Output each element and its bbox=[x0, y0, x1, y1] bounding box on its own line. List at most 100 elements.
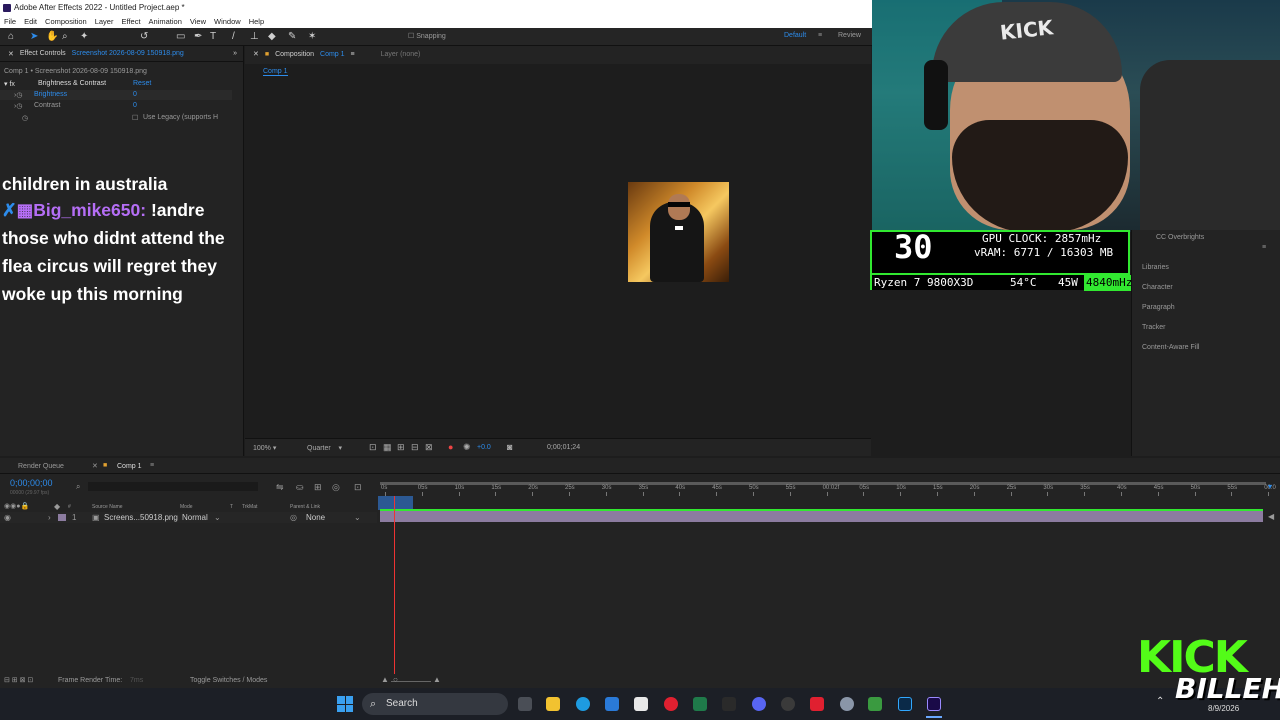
timeline-nav-icon[interactable]: ◀ bbox=[1268, 512, 1274, 521]
brightness-value[interactable]: 0 bbox=[133, 91, 137, 98]
draft-3d-icon[interactable]: ⛀ bbox=[296, 482, 304, 493]
type-tool-icon[interactable]: T bbox=[210, 31, 216, 42]
tracker-panel[interactable]: Tracker bbox=[1142, 324, 1165, 331]
home-icon[interactable]: ⌂ bbox=[8, 31, 14, 42]
guides-icon[interactable]: ⊟ bbox=[411, 442, 419, 453]
close-icon[interactable]: ✕ bbox=[253, 50, 259, 58]
color-channels-icon[interactable]: ● bbox=[448, 442, 453, 452]
fx-toggle-icon[interactable]: ▾ fx bbox=[4, 80, 15, 88]
taskbar-search-box[interactable]: ⌕ Search bbox=[362, 693, 508, 715]
outlook-icon[interactable] bbox=[605, 697, 619, 711]
menu-edit[interactable]: Edit bbox=[24, 16, 37, 28]
character-panel[interactable]: Character bbox=[1142, 284, 1173, 291]
comp1-timeline-tab[interactable]: Comp 1 bbox=[117, 463, 142, 470]
menu-animation[interactable]: Animation bbox=[149, 16, 182, 28]
paragraph-panel[interactable]: Paragraph bbox=[1142, 304, 1175, 311]
composition-viewer[interactable]: Comp 1 bbox=[245, 64, 871, 438]
motion-blur-icon[interactable]: ◎ bbox=[332, 482, 340, 493]
stopwatch-icon[interactable]: ›◷ bbox=[14, 91, 22, 99]
stopwatch-icon[interactable]: ◷ bbox=[22, 114, 28, 122]
excel-icon[interactable] bbox=[693, 697, 707, 711]
tab-menu-icon[interactable]: ≡ bbox=[351, 51, 355, 58]
channel-icon[interactable]: ⊠ bbox=[425, 442, 433, 453]
mask-visibility-icon[interactable]: ⊞ bbox=[397, 442, 405, 453]
snapping-checkbox[interactable]: ☐ Snapping bbox=[408, 32, 446, 40]
expand-arrow-icon[interactable]: › bbox=[48, 513, 51, 522]
zoom-out-icon[interactable]: ▲ bbox=[381, 675, 389, 684]
brush-tool-icon[interactable]: / bbox=[232, 31, 235, 42]
render-queue-tab[interactable]: Render Queue bbox=[18, 463, 64, 470]
mode-column[interactable]: Mode bbox=[180, 504, 193, 510]
toggle-switches-modes[interactable]: Toggle Switches / Modes bbox=[190, 674, 267, 688]
menu-window[interactable]: Window bbox=[214, 16, 241, 28]
comp-flowchart-icon[interactable]: ⇋ bbox=[276, 482, 284, 493]
comp-preview-image[interactable] bbox=[628, 182, 729, 282]
playhead-handle[interactable] bbox=[378, 496, 413, 510]
discord-icon[interactable] bbox=[752, 697, 766, 711]
roto-brush-tool-icon[interactable]: ✎ bbox=[288, 31, 296, 42]
store-icon[interactable] bbox=[634, 697, 648, 711]
edge-browser-icon[interactable] bbox=[576, 697, 590, 711]
trkmat-column[interactable]: TrkMat bbox=[242, 504, 257, 510]
workspace-menu-icon[interactable]: ≡ bbox=[818, 32, 822, 39]
selection-tool-icon[interactable]: ➤ bbox=[30, 31, 38, 42]
legacy-checkbox[interactable]: ☐ bbox=[132, 114, 138, 122]
layer-bar[interactable] bbox=[380, 511, 1263, 522]
panel-expand-icon[interactable]: » bbox=[233, 50, 237, 57]
rotate-tool-icon[interactable]: ↺ bbox=[140, 31, 148, 42]
reset-link[interactable]: Reset bbox=[133, 80, 151, 87]
effect-controls-tab[interactable]: ✕ Effect Controls Screenshot 2026-08-09 … bbox=[0, 46, 243, 62]
after-effects-icon[interactable] bbox=[927, 697, 941, 711]
parent-chevron-down-icon[interactable]: ⌄ bbox=[354, 513, 361, 522]
layer-search-input[interactable] bbox=[88, 482, 258, 491]
exposure-icon[interactable]: ✺ bbox=[463, 442, 471, 453]
eraser-tool-icon[interactable]: ◆ bbox=[268, 31, 276, 42]
chevron-app-icon[interactable] bbox=[722, 697, 736, 711]
time-ruler[interactable]: 0s 05s 10s 15s 20s 25s 30s 35s 40s 45s 50s 55s 00:02… bbox=[377, 480, 1276, 496]
menu-layer[interactable]: Layer bbox=[95, 16, 114, 28]
orbit-tool-icon[interactable]: ✦ bbox=[80, 31, 88, 42]
av-switches-icons[interactable]: ◉◉●🔒 bbox=[4, 502, 29, 510]
layer-label-color[interactable] bbox=[58, 514, 66, 521]
settings-gear-icon[interactable] bbox=[840, 697, 854, 711]
close-icon[interactable]: ✕ bbox=[8, 50, 14, 58]
playhead-line[interactable] bbox=[394, 496, 395, 676]
zoom-tool-icon[interactable]: ⌕ bbox=[62, 31, 68, 42]
pick-whip-icon[interactable]: ◎ bbox=[290, 513, 297, 522]
snapshot-icon[interactable]: ◙ bbox=[507, 442, 512, 452]
timeline-timecode[interactable]: 0;00;00;00 bbox=[10, 478, 53, 488]
eye-icon[interactable]: ◉ bbox=[4, 513, 11, 522]
clone-stamp-tool-icon[interactable]: ⊥ bbox=[250, 31, 259, 42]
red-app-icon[interactable] bbox=[810, 697, 824, 711]
menu-effect[interactable]: Effect bbox=[121, 16, 140, 28]
file-explorer-icon[interactable] bbox=[546, 697, 560, 711]
libraries-panel[interactable]: Libraries bbox=[1142, 264, 1169, 271]
cc-overbrights-header[interactable]: CC Overbrights bbox=[1156, 234, 1204, 241]
comp-subtab[interactable]: Comp 1 bbox=[263, 68, 288, 76]
zoom-in-icon[interactable]: ▲ bbox=[433, 675, 441, 684]
source-name-column[interactable]: Source Name bbox=[92, 504, 123, 510]
task-view-icon[interactable] bbox=[518, 697, 532, 711]
mode-chevron-down-icon[interactable]: ⌄ bbox=[214, 513, 221, 522]
zoom-slider-handle[interactable]: ○ bbox=[393, 675, 398, 684]
composition-tab[interactable]: ✕ ■ Composition Comp 1 ≡ Layer (none) bbox=[245, 46, 871, 62]
resolution-dropdown[interactable]: Quarter ▾ bbox=[307, 444, 342, 452]
expand-arrow-icon[interactable]: ›◷ bbox=[14, 102, 22, 110]
transparency-grid-icon[interactable]: ▦ bbox=[383, 442, 392, 453]
blend-mode-dropdown[interactable]: Normal bbox=[182, 513, 208, 522]
menu-composition[interactable]: Composition bbox=[45, 16, 87, 28]
graph-editor-icon[interactable]: ⊡ bbox=[354, 482, 362, 493]
region-icon[interactable]: ⊡ bbox=[369, 442, 377, 453]
parent-link-column[interactable]: Parent & Link bbox=[290, 504, 320, 510]
puppet-tool-icon[interactable]: ✶ bbox=[308, 31, 316, 42]
chatgpt-icon[interactable] bbox=[781, 697, 795, 711]
hand-tool-icon[interactable]: ✋ bbox=[46, 31, 58, 42]
current-time-display[interactable]: 0;00;01;24 bbox=[547, 444, 580, 451]
content-aware-fill-panel[interactable]: Content-Aware Fill bbox=[1142, 344, 1199, 351]
menu-file[interactable]: File bbox=[4, 16, 16, 28]
status-icons[interactable]: ⊟ ⊞ ⊠ ⊡ bbox=[4, 674, 33, 688]
menu-help[interactable]: Help bbox=[249, 16, 264, 28]
photoshop-icon[interactable] bbox=[898, 697, 912, 711]
workspace-default[interactable]: Default bbox=[784, 32, 806, 39]
exposure-value[interactable]: +0.0 bbox=[477, 444, 491, 451]
